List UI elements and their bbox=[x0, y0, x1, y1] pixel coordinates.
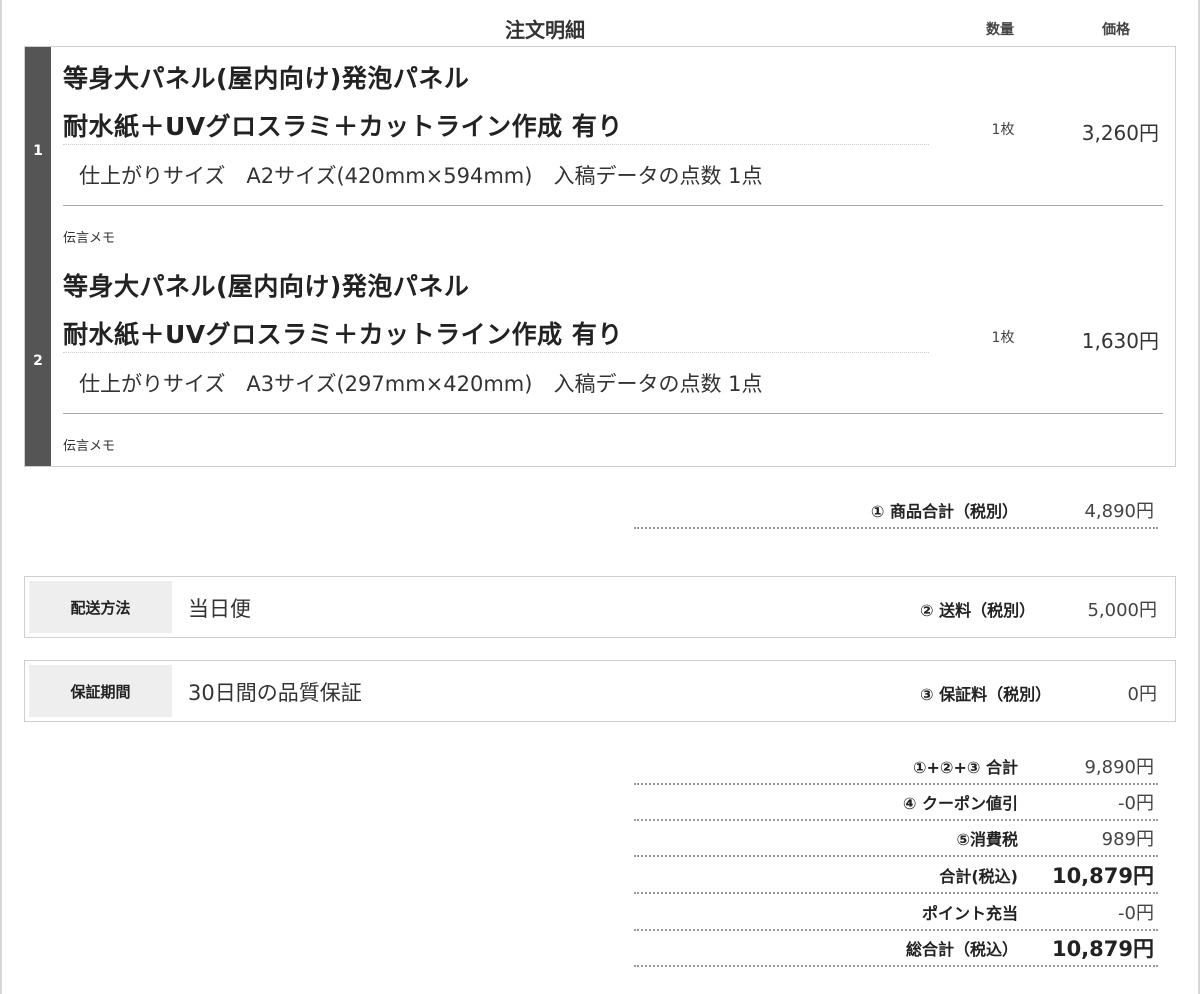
subtotal-row: ① 商品合計（税別） 4,890円 bbox=[634, 493, 1158, 529]
coupon-discount-value: -0円 bbox=[1118, 793, 1154, 814]
item-memo-divider bbox=[63, 205, 1163, 206]
item-specification: 仕上がりサイズ A3サイズ(297mm×420mm) 入稿データの点数 1点 bbox=[79, 372, 763, 396]
total-label: ①+②+③ 合計 bbox=[912, 758, 1018, 777]
grand-total-label: 総合計（税込） bbox=[905, 940, 1018, 959]
item-price: 3,260円 bbox=[1081, 121, 1159, 145]
shipping-method-value: 当日便 bbox=[188, 597, 251, 621]
price-column-header: 価格 bbox=[1102, 22, 1130, 38]
total-tax-included-row: 合計(税込) 10,879円 bbox=[634, 858, 1158, 894]
item-divider bbox=[63, 352, 929, 353]
consumption-tax-label: ⑤消費税 bbox=[956, 830, 1018, 849]
order-details-title: 注文明細 bbox=[505, 18, 585, 42]
warranty-period-box: 保証期間 30日間の品質保証 ③ 保証料（税別） 0円 bbox=[24, 660, 1176, 722]
warranty-fee-value: 0円 bbox=[1127, 684, 1157, 705]
coupon-discount-row: ④ クーポン値引 -0円 bbox=[634, 785, 1158, 821]
item-name-line2: 耐水紙＋UVグロスラミ＋カットライン作成 有り bbox=[63, 320, 623, 349]
order-item: 2 等身大パネル(屋内向け)発泡パネル 耐水紙＋UVグロスラミ＋カットライン作成… bbox=[25, 255, 1175, 466]
item-number: 2 bbox=[25, 255, 51, 466]
warranty-period-header: 保証期間 bbox=[29, 665, 172, 717]
total-tax-included-value: 10,879円 bbox=[1051, 864, 1154, 888]
consumption-tax-row: ⑤消費税 989円 bbox=[634, 821, 1158, 857]
subtotal-value: 4,890円 bbox=[1084, 501, 1154, 522]
item-specification: 仕上がりサイズ A2サイズ(420mm×594mm) 入稿データの点数 1点 bbox=[79, 164, 763, 188]
points-applied-row: ポイント充当 -0円 bbox=[634, 895, 1158, 931]
grand-total-value: 10,879円 bbox=[1051, 937, 1154, 961]
shipping-fee-value: 5,000円 bbox=[1087, 600, 1157, 621]
item-name-line1: 等身大パネル(屋内向け)発泡パネル bbox=[63, 272, 470, 301]
points-applied-value: -0円 bbox=[1118, 903, 1154, 924]
total-tax-included-label: 合計(税込) bbox=[939, 867, 1018, 886]
total-value: 9,890円 bbox=[1084, 757, 1154, 778]
page-left-border bbox=[0, 0, 2, 994]
warranty-period-value: 30日間の品質保証 bbox=[188, 681, 362, 705]
item-number: 1 bbox=[25, 47, 51, 255]
item-name-line2: 耐水紙＋UVグロスラミ＋カットライン作成 有り bbox=[63, 112, 623, 141]
item-quantity: 1枚 bbox=[991, 330, 1015, 346]
item-memo-label: 伝言メモ bbox=[63, 439, 116, 454]
points-applied-label: ポイント充当 bbox=[921, 904, 1018, 923]
order-items-list: 1 等身大パネル(屋内向け)発泡パネル 耐水紙＋UVグロスラミ＋カットライン作成… bbox=[24, 46, 1176, 467]
item-name-line1: 等身大パネル(屋内向け)発泡パネル bbox=[63, 64, 470, 93]
item-memo-label: 伝言メモ bbox=[63, 231, 116, 246]
item-quantity: 1枚 bbox=[991, 122, 1015, 138]
shipping-method-box: 配送方法 当日便 ② 送料（税別） 5,000円 bbox=[24, 576, 1176, 638]
warranty-fee-label: ③ 保証料（税別） bbox=[920, 685, 1052, 704]
shipping-method-header: 配送方法 bbox=[29, 581, 172, 633]
consumption-tax-value: 989円 bbox=[1101, 829, 1154, 850]
item-divider bbox=[63, 144, 929, 145]
item-memo-divider bbox=[63, 413, 1163, 414]
item-price: 1,630円 bbox=[1081, 329, 1159, 353]
total-before-discount-row: ①+②+③ 合計 9,890円 bbox=[634, 749, 1158, 785]
shipping-fee-label: ② 送料（税別） bbox=[920, 601, 1036, 620]
subtotal-label: ① 商品合計（税別） bbox=[870, 502, 1018, 521]
order-item: 1 等身大パネル(屋内向け)発泡パネル 耐水紙＋UVグロスラミ＋カットライン作成… bbox=[25, 47, 1175, 255]
grand-total-row: 総合計（税込） 10,879円 bbox=[634, 931, 1158, 967]
coupon-discount-label: ④ クーポン値引 bbox=[902, 794, 1018, 813]
quantity-column-header: 数量 bbox=[986, 22, 1014, 38]
